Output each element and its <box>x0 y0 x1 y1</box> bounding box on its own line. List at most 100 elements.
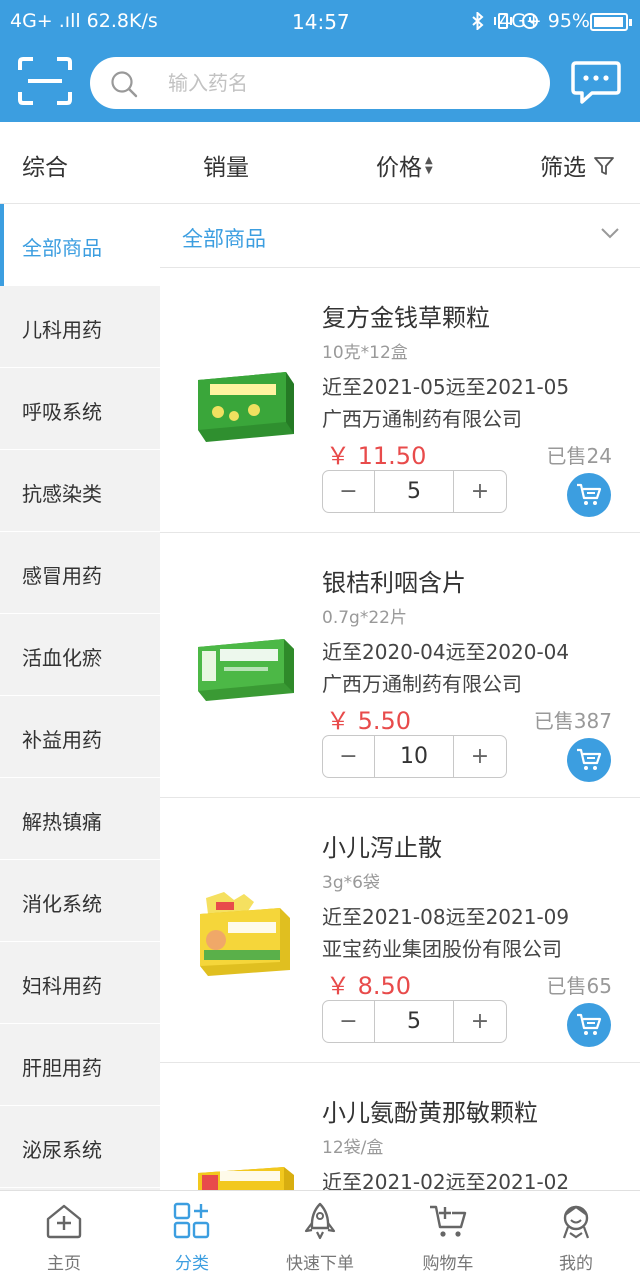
status-network: 4G+ .ıll 62.8K/s <box>10 10 158 32</box>
quantity-value[interactable]: 5 <box>375 471 453 512</box>
sidebar-item-digestive[interactable]: 消化系统 <box>0 860 160 942</box>
quantity-stepper: − 5 + <box>322 1000 507 1043</box>
category-filter-dropdown[interactable]: 全部商品 <box>160 204 640 268</box>
product-sold-count: 已售65 <box>546 974 612 998</box>
home-icon <box>46 1204 82 1239</box>
product-image <box>198 1167 294 1190</box>
sidebar-item-tonic[interactable]: 补益用药 <box>0 696 160 778</box>
status-right-text: 4G+ 95% <box>498 10 590 32</box>
quantity-stepper: − 5 + <box>322 470 507 513</box>
product-sold-count: 已售24 <box>546 444 612 468</box>
product-spec: 12袋/盒 <box>322 1138 384 1158</box>
sort-bar: 综合 销量 价格 ▲ ▼ 筛选 <box>0 122 640 204</box>
product-spec: 3g*6袋 <box>322 873 380 893</box>
bottom-navigation: 主页 分类 快速下单 购物车 我的 <box>0 1190 640 1280</box>
battery-icon <box>590 13 632 31</box>
category-filter-label: 全部商品 <box>182 227 266 251</box>
product-card[interactable]: 银桔利咽含片 0.7g*22片 近至2020-04远至2020-04 广西万通制… <box>160 533 640 798</box>
quantity-stepper: − 10 + <box>322 735 507 778</box>
sidebar-item-all[interactable]: 全部商品 <box>0 204 160 286</box>
sort-overall[interactable]: 综合 <box>22 148 68 182</box>
category-icon <box>173 1202 210 1239</box>
product-image <box>198 639 294 701</box>
sidebar-item-liver-gallbladder[interactable]: 肝胆用药 <box>0 1024 160 1106</box>
product-image <box>198 372 294 442</box>
cart-icon <box>577 483 602 505</box>
scan-button[interactable] <box>16 56 74 106</box>
tab-category-label: 分类 <box>175 1254 209 1274</box>
cart-icon <box>430 1205 467 1237</box>
product-manufacturer: 广西万通制药有限公司 <box>322 672 522 696</box>
add-to-cart-button[interactable] <box>567 1003 611 1047</box>
product-image <box>200 892 290 976</box>
message-icon <box>571 61 621 104</box>
product-spec: 0.7g*22片 <box>322 608 407 628</box>
tab-home[interactable]: 主页 <box>0 1191 128 1280</box>
quantity-value[interactable]: 10 <box>375 736 453 777</box>
product-sold-count: 已售387 <box>533 709 612 733</box>
funnel-icon <box>594 157 615 175</box>
product-card[interactable]: 小儿泻止散 3g*6袋 近至2021-08远至2021-09 亚宝药业集团股份有… <box>160 798 640 1063</box>
sidebar-item-blood-circulation[interactable]: 活血化瘀 <box>0 614 160 696</box>
product-card[interactable]: 小儿氨酚黄那敏颗粒 12袋/盒 近至2021-02远至2021-02 <box>160 1063 640 1190</box>
product-price: ￥ 5.50 <box>326 707 412 735</box>
tab-profile-label: 我的 <box>559 1254 593 1274</box>
add-to-cart-button[interactable] <box>567 738 611 782</box>
quantity-increase-button[interactable]: + <box>453 1001 506 1042</box>
category-sidebar: 全部商品 儿科用药 呼吸系统 抗感染类 感冒用药 活血化瘀 补益用药 解热镇痛 … <box>0 204 160 1190</box>
search-input[interactable] <box>168 67 528 99</box>
tab-quick-order[interactable]: 快速下单 <box>256 1191 384 1280</box>
sort-filter-label: 筛选 <box>540 155 586 181</box>
product-manufacturer: 广西万通制药有限公司 <box>322 407 522 431</box>
product-expiry: 近至2020-04远至2020-04 <box>322 640 570 664</box>
sort-price-label: 价格 <box>376 155 422 181</box>
sidebar-item-analgesic[interactable]: 解热镇痛 <box>0 778 160 860</box>
sidebar-item-cold[interactable]: 感冒用药 <box>0 532 160 614</box>
product-expiry: 近至2021-02远至2021-02 <box>322 1170 570 1190</box>
quantity-increase-button[interactable]: + <box>453 471 506 512</box>
product-name: 小儿氨酚黄那敏颗粒 <box>322 1099 538 1127</box>
tab-home-label: 主页 <box>47 1254 81 1274</box>
product-price: ￥ 11.50 <box>326 442 427 470</box>
quantity-decrease-button[interactable]: − <box>323 471 375 512</box>
product-name: 银桔利咽含片 <box>322 569 466 597</box>
sidebar-item-pediatrics[interactable]: 儿科用药 <box>0 286 160 368</box>
tab-cart-label: 购物车 <box>422 1254 474 1274</box>
add-to-cart-button[interactable] <box>567 473 611 517</box>
rocket-icon <box>304 1202 336 1240</box>
status-bar: 4G+ .ıll 62.8K/s 14:57 4G+ 95% <box>0 0 640 44</box>
quantity-decrease-button[interactable]: − <box>323 736 375 777</box>
sidebar-item-respiratory[interactable]: 呼吸系统 <box>0 368 160 450</box>
quantity-decrease-button[interactable]: − <box>323 1001 375 1042</box>
cart-icon <box>577 748 602 770</box>
tab-profile[interactable]: 我的 <box>512 1191 640 1280</box>
sort-price[interactable]: 价格 ▲ ▼ <box>376 148 433 182</box>
product-expiry: 近至2021-05远至2021-05 <box>322 375 570 399</box>
product-name: 小儿泻止散 <box>322 834 442 862</box>
cart-icon <box>577 1013 602 1035</box>
sort-filter[interactable]: 筛选 <box>540 148 615 182</box>
scan-icon <box>18 57 72 105</box>
sort-sales[interactable]: 销量 <box>203 148 249 182</box>
sort-arrows-icon: ▲ ▼ <box>425 155 433 176</box>
status-time: 14:57 <box>292 10 350 34</box>
tab-cart[interactable]: 购物车 <box>384 1191 512 1280</box>
product-list: 全部商品 复方金钱草颗粒 10克*12盒 近至2021-05远至2021-05 … <box>160 204 640 1190</box>
chevron-down-icon <box>601 228 619 239</box>
search-bar[interactable] <box>90 57 550 109</box>
profile-icon <box>562 1205 590 1239</box>
search-icon <box>111 71 138 98</box>
product-expiry: 近至2021-08远至2021-09 <box>322 905 570 929</box>
message-button[interactable] <box>570 60 622 106</box>
sidebar-item-anti-infection[interactable]: 抗感染类 <box>0 450 160 532</box>
product-card[interactable]: 复方金钱草颗粒 10克*12盒 近至2021-05远至2021-05 广西万通制… <box>160 268 640 533</box>
product-name: 复方金钱草颗粒 <box>322 304 490 332</box>
top-bar: 4G+ .ıll 62.8K/s 14:57 4G+ 95% <box>0 0 640 122</box>
quantity-value[interactable]: 5 <box>375 1001 453 1042</box>
sidebar-item-urinary[interactable]: 泌尿系统 <box>0 1106 160 1188</box>
tab-category[interactable]: 分类 <box>128 1191 256 1280</box>
sidebar-item-gynecology[interactable]: 妇科用药 <box>0 942 160 1024</box>
product-spec: 10克*12盒 <box>322 343 408 363</box>
quantity-increase-button[interactable]: + <box>453 736 506 777</box>
tab-quick-order-label: 快速下单 <box>286 1254 354 1274</box>
